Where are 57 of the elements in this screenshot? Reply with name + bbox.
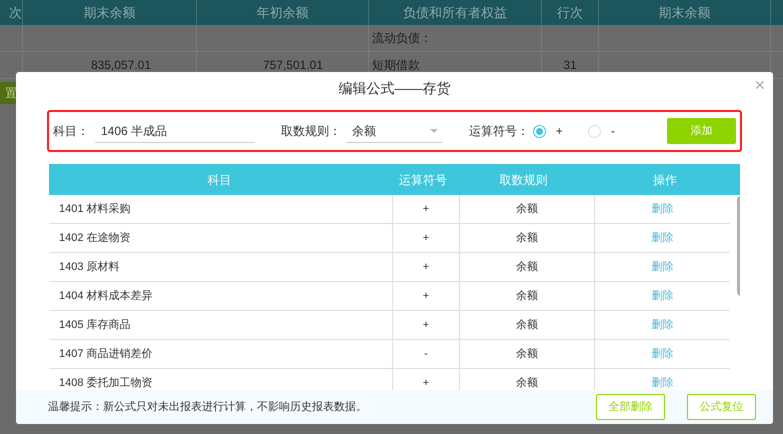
add-button[interactable]: 添加 xyxy=(666,118,736,144)
table-cell-text: 余额 xyxy=(516,230,538,246)
table-cell-text: 余额 xyxy=(516,260,538,275)
delete-link[interactable]: 删除 xyxy=(652,346,674,362)
operator-radio[interactable]: + xyxy=(532,122,588,140)
table-cell-text: 1404 材料成本差异 xyxy=(59,288,153,304)
column-header: 操作 xyxy=(653,172,678,188)
table-cell-text: - xyxy=(424,346,428,362)
delete-link[interactable]: 删除 xyxy=(652,200,674,218)
field-label: 运算符号： xyxy=(468,123,530,140)
table-cell-text: 流动负债： xyxy=(372,30,432,47)
table-cell-text: 余额 xyxy=(516,318,538,333)
table-cell-text: 1407 商品进销差价 xyxy=(59,346,153,362)
table-cell-text: 1401 材料采购 xyxy=(59,202,131,217)
rule-dropdown[interactable]: 余额 xyxy=(346,119,442,143)
column-header: 次 xyxy=(9,4,22,22)
column-header: 期末余额 xyxy=(84,4,136,22)
subject-field[interactable]: 1406 半成品 xyxy=(95,119,255,143)
table-cell-text: + xyxy=(422,376,430,390)
table-cell-text: + xyxy=(422,230,430,246)
table-cell-text: 余额 xyxy=(516,376,538,390)
table-cell-text: 1403 原材料 xyxy=(59,260,120,275)
table-cell-text: + xyxy=(422,260,430,275)
delete-link[interactable]: 删除 xyxy=(652,316,674,334)
delete-link[interactable]: 删除 xyxy=(652,374,674,390)
column-header: 科目 xyxy=(208,172,232,188)
table-cell-text: 757,501.01 xyxy=(262,57,323,74)
table-cell-text: 1405 库存商品 xyxy=(59,318,131,333)
column-header: 负债和所有者权益 xyxy=(403,4,507,22)
delete-link[interactable]: 删除 xyxy=(652,288,674,304)
field-label: 科目： xyxy=(53,123,90,140)
caret-icon xyxy=(430,128,438,132)
column-header: 年初余额 xyxy=(256,4,308,22)
table-cell-text: 余额 xyxy=(516,202,538,217)
close-button[interactable]: × xyxy=(754,76,765,94)
tip-text: 温馨提示：新公式只对未出报表进行计算，不影响历史报表数据。 xyxy=(48,400,368,415)
table-cell-text: 835,057.01 xyxy=(90,57,151,74)
table-cell-text: 1402 在途物资 xyxy=(59,230,131,246)
column-header: 运算符号 xyxy=(399,172,448,188)
footer-button[interactable]: 公式复位 xyxy=(687,394,756,420)
table-cell-text: + xyxy=(422,318,430,333)
table-cell-text: 短期借款 xyxy=(372,57,420,74)
dialog-title: 编辑公式——存货 xyxy=(338,78,450,98)
table-cell-text: 1408 委托加工物资 xyxy=(59,376,153,390)
table-cell-text: 余额 xyxy=(516,288,538,304)
footer-button[interactable]: 全部删除 xyxy=(596,394,665,420)
field-label: 取数规则： xyxy=(280,123,342,140)
operator-radio[interactable]: - xyxy=(588,122,667,140)
table-cell-text: 31 xyxy=(563,57,577,74)
column-header: 取数规则 xyxy=(499,172,548,188)
delete-link[interactable]: 删除 xyxy=(652,230,674,246)
column-header: 行次 xyxy=(557,4,583,22)
delete-link[interactable]: 删除 xyxy=(652,258,674,276)
table-cell-text: + xyxy=(422,202,430,217)
table-cell-text: + xyxy=(422,288,430,304)
table-cell-text: 余额 xyxy=(516,346,538,362)
column-header: 期末余额 xyxy=(658,4,710,22)
